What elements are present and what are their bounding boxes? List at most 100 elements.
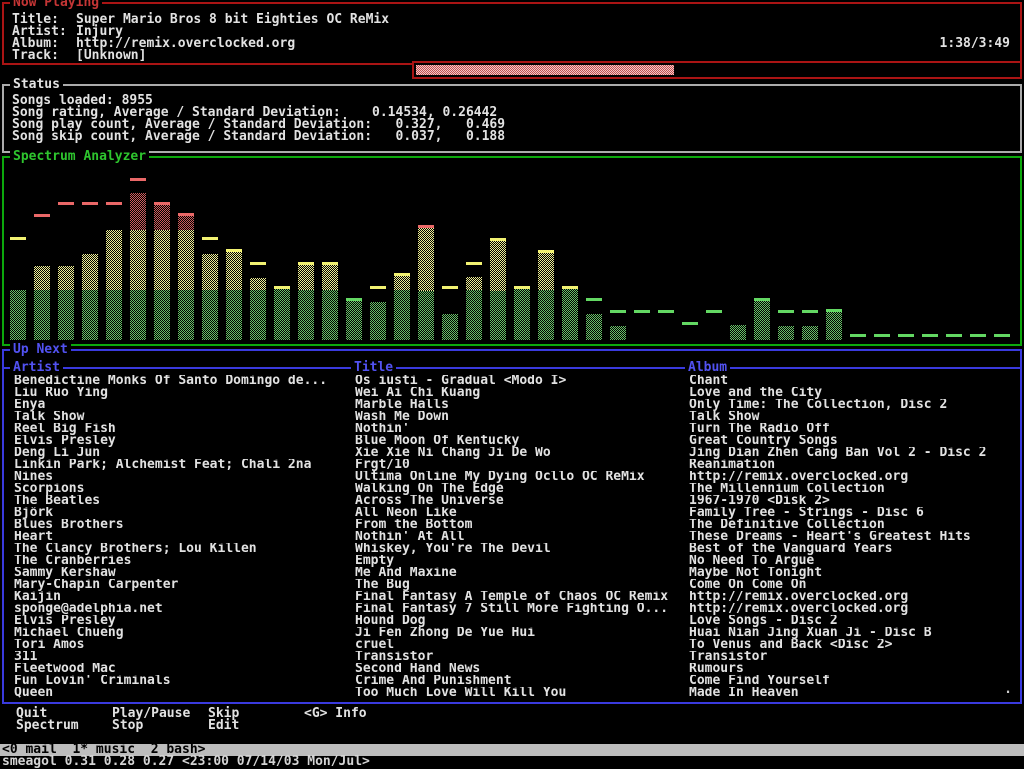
playlist-cell-artist: Tori Amos bbox=[14, 639, 349, 651]
playlist-row[interactable]: Elvis PresleyBlue Moon Of KentuckyGreat … bbox=[14, 435, 1018, 447]
playlist-row[interactable]: Heart Nothin' At All These Dreams - Heart'… bbox=[14, 531, 1018, 543]
spectrum-peak-marker bbox=[106, 202, 122, 205]
playlist-cell-artist: Elvis Presley bbox=[14, 615, 349, 627]
keybinding-edit[interactable]: Edit bbox=[208, 720, 239, 732]
playlist-row[interactable]: BjörkAll Neon LikeFamily Tree - Strings … bbox=[14, 507, 1018, 519]
spectrum-bar-segment bbox=[754, 301, 770, 340]
playlist-row[interactable]: Deng Li JunXie Xie Ni Chang Ji De WoJing… bbox=[14, 447, 1018, 459]
spectrum-peak-marker bbox=[34, 214, 50, 217]
playlist-cell-album: Jing Dian Zhen Cang Ban Vol 2 - Disc 2 bbox=[689, 447, 1018, 459]
playlist-row[interactable]: EnyaMarble HallsOnly Time: The Collectio… bbox=[14, 399, 1018, 411]
playlist-cell-artist: Fun Lovin' Criminals bbox=[14, 675, 349, 687]
spectrum-peak-marker bbox=[538, 250, 554, 253]
playlist-row[interactable]: 311TransistorTransistor bbox=[14, 651, 1018, 663]
playlist-row[interactable]: Fleetwood MacSecond Hand NewsRumours bbox=[14, 663, 1018, 675]
playlist-row[interactable]: Fun Lovin' CriminalsCrime And Punishment… bbox=[14, 675, 1018, 687]
spectrum-bar-segment bbox=[538, 253, 554, 290]
spectrum-peak-marker bbox=[946, 334, 962, 337]
spectrum-bar-segment bbox=[322, 265, 338, 290]
playlist-cell-title: Wash Me Down bbox=[355, 411, 683, 423]
spectrum-peak-marker bbox=[850, 334, 866, 337]
spectrum-bar-segment bbox=[298, 265, 314, 290]
playlist-row[interactable]: Talk ShowWash Me DownTalk Show bbox=[14, 411, 1018, 423]
playlist-cell-artist: sponge@adelphia.net bbox=[14, 603, 349, 615]
spectrum-peak-marker bbox=[226, 249, 242, 252]
keybinding-stop[interactable]: Stop bbox=[112, 720, 208, 732]
playlist-row[interactable]: The Clancy Brothers; Lou KillenWhiskey, … bbox=[14, 543, 1018, 555]
spectrum-bar-segment bbox=[58, 290, 74, 340]
spectrum-bar-segment bbox=[226, 290, 242, 340]
playlist-row[interactable]: Blues BrothersFrom the BottomThe Definit… bbox=[14, 519, 1018, 531]
keybinding--g--info[interactable]: <G> Info bbox=[304, 708, 367, 720]
progress-bar[interactable] bbox=[412, 61, 1022, 79]
spectrum-peak-marker bbox=[898, 334, 914, 337]
spectrum-bar-segment bbox=[346, 301, 362, 340]
playlist-cell-artist: Scorpions bbox=[14, 483, 349, 495]
spectrum-peak-marker bbox=[562, 286, 578, 289]
playlist-cell-title: Blue Moon Of Kentucky bbox=[355, 435, 683, 447]
spectrum-bar-segment bbox=[82, 290, 98, 340]
spectrum-bar-segment bbox=[370, 302, 386, 340]
spectrum-bar-segment bbox=[58, 266, 74, 290]
scroll-indicator: . bbox=[1004, 684, 1012, 696]
spectrum-bar-segment bbox=[730, 325, 746, 340]
column-header-rule bbox=[4, 367, 1020, 369]
playlist-cell-artist: Deng Li Jun bbox=[14, 447, 349, 459]
playlist-cell-album: Huai Nian Jing Xuan Ji - Disc B bbox=[689, 627, 1018, 639]
spectrum-peak-marker bbox=[994, 334, 1010, 337]
playlist-row[interactable]: Reel Big FishNothin'Turn The Radio Off bbox=[14, 423, 1018, 435]
playlist-row[interactable]: The CranberriesEmptyNo Need To Argue bbox=[14, 555, 1018, 567]
playlist-cell-artist: Fleetwood Mac bbox=[14, 663, 349, 675]
spectrum-bar-segment bbox=[202, 290, 218, 340]
playlist-row[interactable]: Benedictine Monks Of Santo Domingo de...… bbox=[14, 375, 1018, 387]
spectrum-peak-marker bbox=[802, 310, 818, 313]
playlist-cell-title: cruel bbox=[355, 639, 683, 651]
playlist-cell-title: Empty bbox=[355, 555, 683, 567]
spectrum-peak-marker bbox=[922, 334, 938, 337]
playlist-row[interactable]: KaijinFinal Fantasy A Temple of Chaos OC… bbox=[14, 591, 1018, 603]
keybinding-spectrum[interactable]: Spectrum bbox=[16, 720, 112, 732]
playlist-row[interactable]: Mary-Chapin CarpenterThe BugCome On Come… bbox=[14, 579, 1018, 591]
spectrum-peak-marker bbox=[586, 298, 602, 301]
playlist-cell-album: Transistor bbox=[689, 651, 1018, 663]
playlist-cell-title: Os iusti - Gradual <Modo I> bbox=[355, 375, 683, 387]
playlist-cell-album: http://remix.overclocked.org bbox=[689, 471, 1018, 483]
spectrum-bar-segment bbox=[154, 205, 170, 230]
playlist-cell-album: Chant bbox=[689, 375, 1018, 387]
playlist-row[interactable]: Liu Ruo YingWei Ai Chi KuangLove and the… bbox=[14, 387, 1018, 399]
playlist-cell-album: Best of the Vanguard Years bbox=[689, 543, 1018, 555]
column-header-album: Album bbox=[685, 362, 730, 374]
spectrum-bar-segment bbox=[130, 193, 146, 230]
playlist-cell-album: Only Time: The Collection, Disc 2 bbox=[689, 399, 1018, 411]
playlist-cell-album: These Dreams - Heart's Greatest Hits bbox=[689, 531, 1018, 543]
spectrum-peak-marker bbox=[82, 202, 98, 205]
playlist-row[interactable]: The BeatlesAcross The Universe1967-1970 … bbox=[14, 495, 1018, 507]
playlist-cell-title: Walking On The Edge bbox=[355, 483, 683, 495]
spectrum-peak-marker bbox=[778, 310, 794, 313]
playlist-row[interactable]: QueenToo Much Love Will Kill YouMade In … bbox=[14, 687, 1018, 699]
playlist-row[interactable]: Linkin Park; Alchemist Feat; Chali 2naFr… bbox=[14, 459, 1018, 471]
playlist-cell-title: Nothin' bbox=[355, 423, 683, 435]
playlist-row[interactable]: Sammy KershawMe And MaxineMaybe Not Toni… bbox=[14, 567, 1018, 579]
playlist-row[interactable]: Elvis PresleyHound DogLove Songs - Disc … bbox=[14, 615, 1018, 627]
playlist-cell-artist: Heart bbox=[14, 531, 349, 543]
playlist-cell-title: Me And Maxine bbox=[355, 567, 683, 579]
playlist-row[interactable]: sponge@adelphia.netFinal Fantasy 7 Still… bbox=[14, 603, 1018, 615]
playlist-row[interactable]: ScorpionsWalking On The EdgeThe Millenni… bbox=[14, 483, 1018, 495]
playlist-cell-album: No Need To Argue bbox=[689, 555, 1018, 567]
field-label: Track: bbox=[12, 50, 76, 62]
playlist-cell-title: Nothin' At All bbox=[355, 531, 683, 543]
playlist-row[interactable]: NinesUltima Online My Dying Ocllo OC ReM… bbox=[14, 471, 1018, 483]
playlist-cell-artist: Talk Show bbox=[14, 411, 349, 423]
spectrum-peak-marker bbox=[154, 202, 170, 205]
progress-fill bbox=[416, 65, 674, 75]
playlist-row[interactable]: Tori AmoscruelTo Venus and Back <Disc 2> bbox=[14, 639, 1018, 651]
spectrum-peak-marker bbox=[466, 262, 482, 265]
spectrum-peak-marker bbox=[58, 202, 74, 205]
playlist-cell-title: Hound Dog bbox=[355, 615, 683, 627]
spectrum-bar-segment bbox=[250, 278, 266, 290]
playlist-cell-album: Made In Heaven bbox=[689, 687, 1018, 699]
playlist-row[interactable]: Michael ChuengJi Fen Zhong De Yue HuiHua… bbox=[14, 627, 1018, 639]
playlist-cell-album: Come Find Yourself bbox=[689, 675, 1018, 687]
spectrum-bar-segment bbox=[178, 216, 194, 230]
